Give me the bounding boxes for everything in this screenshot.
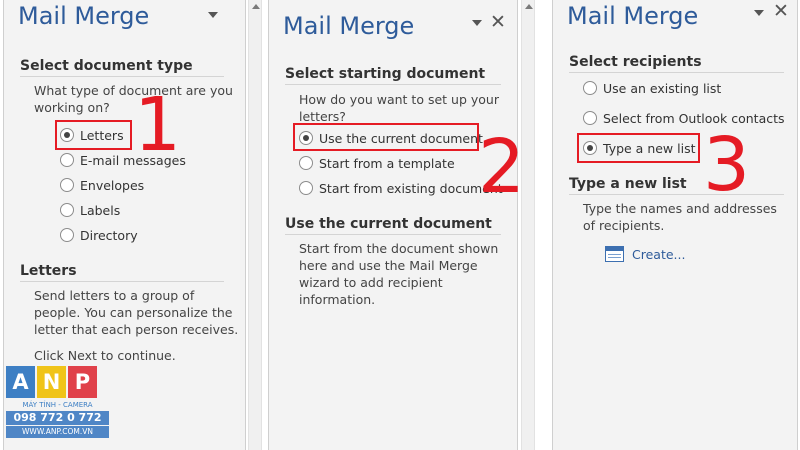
radio-button[interactable] [60,228,74,242]
create-link-text[interactable]: Create... [632,247,685,262]
radio-label: Start from a template [319,155,455,171]
pane-options-dropdown-icon[interactable] [754,10,764,16]
radio-button[interactable] [60,153,74,167]
radio-label: Select from Outlook contacts [603,110,785,126]
next-hint: Click Next to continue. [34,348,176,363]
logo-letter-n: N [37,366,66,398]
step-number-3: 3 [703,122,751,208]
radio-option-start-from-template[interactable]: Start from a template [299,153,455,173]
mail-merge-pane-step-3: Mail Merge ✕ Select recipients Use an ex… [552,0,798,450]
highlight-box-type-new-list [577,133,700,163]
pane-options-dropdown-icon[interactable] [208,12,218,18]
radio-option-select-outlook-contacts[interactable]: Select from Outlook contacts [583,108,785,128]
radio-label: Labels [80,202,121,218]
logo-letter-p: P [68,366,97,398]
radio-label: Directory [80,227,138,243]
section-heading-letters: Letters [20,263,224,282]
radio-option-directory[interactable]: Directory [60,225,138,245]
step-number-1: 1 [134,82,182,168]
radio-button[interactable] [60,178,74,192]
radio-option-use-existing-list[interactable]: Use an existing list [583,78,721,98]
section-heading-select-recipients: Select recipients [569,54,784,73]
radio-button[interactable] [60,203,74,217]
pane-title: Mail Merge [567,2,699,30]
use-current-document-description: Start from the document shown here and u… [299,241,499,307]
radio-label: Start from existing document [319,180,503,196]
radio-option-envelopes[interactable]: Envelopes [60,175,144,195]
radio-button[interactable] [299,156,313,170]
vertical-scrollbar[interactable] [521,0,535,450]
radio-button[interactable] [583,81,597,95]
step-number-2: 2 [478,124,526,210]
mail-merge-pane-step-2: Mail Merge ✕ Select starting document Ho… [268,0,518,450]
radio-label: Use an existing list [603,80,722,96]
section-heading-use-current-document: Use the current document [285,216,501,235]
create-link[interactable]: Create... [605,246,685,262]
pane-title: Mail Merge [18,2,150,30]
close-icon[interactable]: ✕ [490,13,506,32]
type-new-list-description: Type the names and addresses of recipien… [583,201,777,233]
highlight-box-letters [55,120,132,150]
logo-letter-a: A [6,366,35,398]
logo-tagline: MÁY TÍNH - CAMERA [22,401,93,409]
section-heading-type-new-list: Type a new list [569,176,784,195]
radio-option-start-from-existing-document[interactable]: Start from existing document [299,178,503,198]
logo-website: WWW.ANP.COM.VN [6,426,109,438]
anp-logo: A N P MÁY TÍNH - CAMERA 098 772 0 772 WW… [6,366,109,442]
scroll-up-arrow-icon[interactable] [252,4,260,9]
scroll-up-arrow-icon[interactable] [525,4,533,9]
logo-phone: 098 772 0 772 [6,411,109,425]
radio-button[interactable] [583,111,597,125]
starting-document-question: How do you want to set up your letters? [299,92,499,124]
section-heading-select-document-type: Select document type [20,58,224,77]
radio-label: Envelopes [80,177,145,193]
letters-description: Send letters to a group of people. You c… [34,288,239,337]
close-icon[interactable]: ✕ [773,2,789,21]
highlight-box-use-current-document [293,123,479,151]
radio-option-labels[interactable]: Labels [60,200,120,220]
address-list-icon[interactable] [605,246,624,262]
section-heading-select-starting-document: Select starting document [285,66,501,85]
pane-options-dropdown-icon[interactable] [472,20,482,26]
vertical-scrollbar[interactable] [248,0,262,450]
pane-title: Mail Merge [283,12,415,40]
radio-button[interactable] [299,181,313,195]
